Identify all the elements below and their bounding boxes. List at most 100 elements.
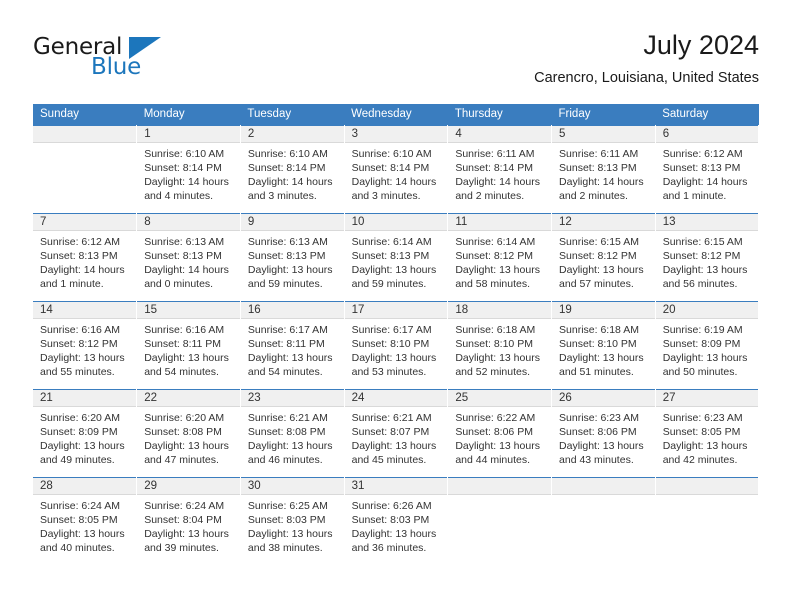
calendar-day-cell[interactable]: 24 Sunrise: 6:21 AM Sunset: 8:07 PM Dayligh… <box>344 389 449 478</box>
day-number: 21 <box>33 390 137 407</box>
day-number: 23 <box>240 390 344 407</box>
day-number: 8 <box>137 214 240 231</box>
sunrise-text: Sunrise: 6:13 AM <box>144 236 225 248</box>
day-number: 15 <box>137 302 240 319</box>
calendar-week-row: 28 Sunrise: 6:24 AM Sunset: 8:05 PM Dayligh… <box>33 477 760 565</box>
calendar-day-cell[interactable]: 9 Sunrise: 6:13 AM Sunset: 8:13 PM Daylight… <box>240 213 345 302</box>
calendar-day-cell[interactable]: 30 Sunrise: 6:25 AM Sunset: 8:03 PM Dayligh… <box>240 477 345 565</box>
calendar-day-cell-empty <box>551 477 656 565</box>
day-detail: Sunrise: 6:26 AM Sunset: 8:03 PM Daylight:… <box>345 495 448 565</box>
calendar-day-cell[interactable]: 14 Sunrise: 6:16 AM Sunset: 8:12 PM Dayligh… <box>33 301 138 390</box>
day-number: 25 <box>448 390 552 407</box>
daylight-text: Daylight: 13 hours and 47 minutes. <box>144 440 229 466</box>
day-number: 14 <box>33 302 137 319</box>
day-detail: Sunrise: 6:20 AM Sunset: 8:08 PM Daylight:… <box>137 407 240 477</box>
page-title: July 2024 <box>643 30 759 60</box>
daylight-text: Daylight: 13 hours and 57 minutes. <box>559 264 644 290</box>
calendar-day-cell[interactable]: 19 Sunrise: 6:18 AM Sunset: 8:10 PM Dayligh… <box>551 301 656 390</box>
calendar-day-cell[interactable]: 25 Sunrise: 6:22 AM Sunset: 8:06 PM Dayligh… <box>447 389 553 478</box>
day-number: 7 <box>33 214 137 231</box>
sunrise-text: Sunrise: 6:25 AM <box>247 500 328 512</box>
sunrise-text: Sunrise: 6:10 AM <box>247 148 328 160</box>
sunrise-text: Sunrise: 6:13 AM <box>247 236 328 248</box>
calendar-day-cell[interactable]: 4 Sunrise: 6:11 AM Sunset: 8:14 PM Daylight… <box>447 125 553 214</box>
sunset-text: Sunset: 8:05 PM <box>40 514 118 526</box>
daylight-text: Daylight: 13 hours and 58 minutes. <box>455 264 540 290</box>
sunrise-text: Sunrise: 6:20 AM <box>144 412 225 424</box>
calendar-day-cell[interactable]: 22 Sunrise: 6:20 AM Sunset: 8:08 PM Dayligh… <box>136 389 241 478</box>
daylight-text: Daylight: 13 hours and 54 minutes. <box>247 352 333 378</box>
sunrise-text: Sunrise: 6:17 AM <box>247 324 328 336</box>
sunrise-text: Sunrise: 6:21 AM <box>351 412 432 424</box>
day-number <box>655 478 759 495</box>
calendar-day-cell[interactable]: 1 Sunrise: 6:10 AM Sunset: 8:14 PM Daylight… <box>136 125 241 214</box>
calendar-day-cell[interactable]: 16 Sunrise: 6:17 AM Sunset: 8:11 PM Dayligh… <box>240 301 345 390</box>
day-number: 20 <box>655 302 759 319</box>
calendar-body: 1 Sunrise: 6:10 AM Sunset: 8:14 PM Daylight… <box>33 125 760 565</box>
logo-text-blue: Blue <box>91 54 142 80</box>
general-blue-logo[interactable]: General Blue <box>33 34 183 88</box>
daylight-text: Daylight: 14 hours and 2 minutes. <box>455 176 540 202</box>
sunrise-text: Sunrise: 6:18 AM <box>455 324 536 336</box>
calendar-day-cell[interactable]: 28 Sunrise: 6:24 AM Sunset: 8:05 PM Dayligh… <box>33 477 138 565</box>
daylight-text: Daylight: 14 hours and 2 minutes. <box>559 176 644 202</box>
calendar-day-cell[interactable]: 12 Sunrise: 6:15 AM Sunset: 8:12 PM Dayligh… <box>551 213 656 302</box>
calendar-day-cell[interactable]: 17 Sunrise: 6:17 AM Sunset: 8:10 PM Dayligh… <box>344 301 449 390</box>
sunset-text: Sunset: 8:11 PM <box>144 338 222 350</box>
day-number: 3 <box>344 126 448 143</box>
calendar-day-cell[interactable]: 23 Sunrise: 6:21 AM Sunset: 8:08 PM Dayligh… <box>240 389 345 478</box>
day-number: 19 <box>552 302 655 319</box>
day-number: 22 <box>137 390 240 407</box>
day-number: 6 <box>655 126 759 143</box>
calendar-day-cell[interactable]: 2 Sunrise: 6:10 AM Sunset: 8:14 PM Daylight… <box>240 125 345 214</box>
daylight-text: Daylight: 13 hours and 53 minutes. <box>351 352 437 378</box>
sunrise-text: Sunrise: 6:23 AM <box>559 412 639 424</box>
page-subtitle: Carencro, Louisiana, United States <box>534 70 759 86</box>
calendar-day-cell[interactable]: 6 Sunrise: 6:12 AM Sunset: 8:13 PM Daylight… <box>655 125 760 214</box>
day-number: 29 <box>137 478 240 495</box>
calendar-day-cell[interactable]: 20 Sunrise: 6:19 AM Sunset: 8:09 PM Dayligh… <box>655 301 760 390</box>
calendar-day-cell[interactable]: 27 Sunrise: 6:23 AM Sunset: 8:05 PM Dayligh… <box>655 389 760 478</box>
daylight-text: Daylight: 13 hours and 52 minutes. <box>455 352 540 378</box>
sunset-text: Sunset: 8:08 PM <box>247 426 326 438</box>
calendar-day-cell[interactable]: 18 Sunrise: 6:18 AM Sunset: 8:10 PM Dayligh… <box>447 301 553 390</box>
sunset-text: Sunset: 8:14 PM <box>144 162 222 174</box>
day-detail: Sunrise: 6:18 AM Sunset: 8:10 PM Daylight:… <box>552 319 655 389</box>
daylight-text: Daylight: 13 hours and 42 minutes. <box>662 440 748 466</box>
day-detail: Sunrise: 6:25 AM Sunset: 8:03 PM Daylight:… <box>241 495 344 565</box>
calendar-day-cell[interactable]: 7 Sunrise: 6:12 AM Sunset: 8:13 PM Daylight… <box>33 213 138 302</box>
calendar-day-cell-empty <box>655 477 760 565</box>
calendar-day-cell[interactable]: 8 Sunrise: 6:13 AM Sunset: 8:13 PM Daylight… <box>136 213 241 302</box>
day-detail <box>33 143 136 213</box>
sunset-text: Sunset: 8:13 PM <box>559 162 637 174</box>
daylight-text: Daylight: 14 hours and 3 minutes. <box>247 176 333 202</box>
day-detail: Sunrise: 6:24 AM Sunset: 8:04 PM Daylight:… <box>137 495 240 565</box>
day-number: 4 <box>448 126 552 143</box>
daylight-text: Daylight: 14 hours and 4 minutes. <box>144 176 229 202</box>
calendar-day-cell[interactable]: 31 Sunrise: 6:26 AM Sunset: 8:03 PM Dayligh… <box>344 477 449 565</box>
calendar-day-cell[interactable]: 26 Sunrise: 6:23 AM Sunset: 8:06 PM Dayligh… <box>551 389 656 478</box>
day-detail: Sunrise: 6:21 AM Sunset: 8:08 PM Daylight:… <box>241 407 344 477</box>
sunset-text: Sunset: 8:09 PM <box>40 426 118 438</box>
day-detail: Sunrise: 6:16 AM Sunset: 8:11 PM Daylight:… <box>137 319 240 389</box>
sunset-text: Sunset: 8:06 PM <box>559 426 637 438</box>
day-detail: Sunrise: 6:14 AM Sunset: 8:13 PM Daylight:… <box>345 231 448 301</box>
calendar-day-cell[interactable]: 10 Sunrise: 6:14 AM Sunset: 8:13 PM Dayligh… <box>344 213 449 302</box>
day-number: 27 <box>655 390 759 407</box>
day-number: 5 <box>552 126 655 143</box>
calendar-day-cell[interactable]: 11 Sunrise: 6:14 AM Sunset: 8:12 PM Dayligh… <box>447 213 553 302</box>
day-detail: Sunrise: 6:13 AM Sunset: 8:13 PM Daylight:… <box>137 231 240 301</box>
daylight-text: Daylight: 13 hours and 49 minutes. <box>40 440 125 466</box>
sunset-text: Sunset: 8:14 PM <box>455 162 533 174</box>
calendar-day-cell[interactable]: 21 Sunrise: 6:20 AM Sunset: 8:09 PM Dayligh… <box>33 389 138 478</box>
calendar-day-cell[interactable]: 3 Sunrise: 6:10 AM Sunset: 8:14 PM Daylight… <box>344 125 449 214</box>
calendar-day-cell[interactable]: 13 Sunrise: 6:15 AM Sunset: 8:12 PM Dayligh… <box>655 213 760 302</box>
calendar-day-cell-empty <box>447 477 553 565</box>
calendar-day-cell[interactable]: 29 Sunrise: 6:24 AM Sunset: 8:04 PM Dayligh… <box>136 477 241 565</box>
day-number: 2 <box>240 126 344 143</box>
calendar-day-cell[interactable]: 5 Sunrise: 6:11 AM Sunset: 8:13 PM Daylight… <box>551 125 656 214</box>
day-detail: Sunrise: 6:15 AM Sunset: 8:12 PM Daylight:… <box>552 231 655 301</box>
sunrise-text: Sunrise: 6:18 AM <box>559 324 639 336</box>
sunset-text: Sunset: 8:11 PM <box>247 338 325 350</box>
calendar-day-cell[interactable]: 15 Sunrise: 6:16 AM Sunset: 8:11 PM Dayligh… <box>136 301 241 390</box>
